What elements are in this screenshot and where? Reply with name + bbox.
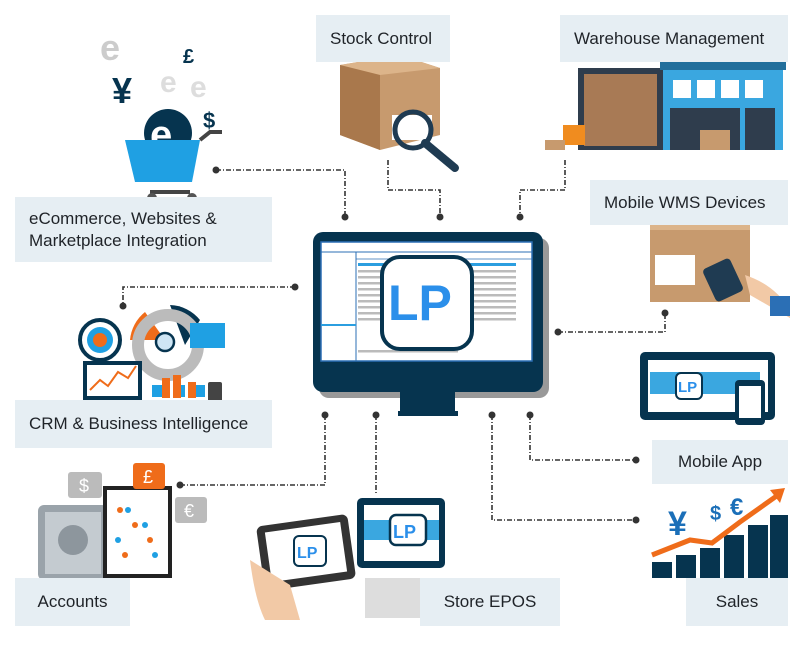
label-stock-control: Stock Control bbox=[316, 15, 450, 62]
connector-mobile-app bbox=[529, 415, 636, 461]
label-sales: Sales bbox=[686, 578, 788, 626]
mobile-app-logo: LP bbox=[678, 379, 697, 396]
sales-euro-symbol: € bbox=[730, 494, 743, 521]
center-logo: LP bbox=[388, 275, 452, 331]
sales-yen-symbol: ¥ bbox=[668, 505, 687, 543]
warehouse-illustration bbox=[545, 62, 786, 150]
label-crm: CRM & Business Intelligence bbox=[15, 400, 272, 448]
label-store-epos: Store EPOS bbox=[420, 578, 560, 626]
svg-text:e: e bbox=[190, 71, 207, 104]
svg-text:e: e bbox=[160, 66, 177, 99]
label-mobile-wms: Mobile WMS Devices bbox=[590, 180, 788, 225]
accounts-pound-symbol: £ bbox=[143, 467, 153, 487]
label-accounts: Accounts bbox=[15, 578, 130, 626]
connector-mobile-wms bbox=[558, 313, 666, 333]
label-mobile-app: Mobile App bbox=[652, 440, 788, 484]
epos-illustration bbox=[250, 498, 445, 620]
accounts-dollar-symbol: $ bbox=[79, 476, 89, 496]
connector-sales bbox=[491, 415, 636, 521]
ecommerce-cart-illustration: e ¥ e £ e $ e bbox=[100, 27, 222, 203]
svg-text:$: $ bbox=[203, 108, 215, 133]
connector-warehouse bbox=[519, 160, 566, 217]
epos-logo: LP bbox=[393, 522, 416, 542]
sales-dollar-symbol: $ bbox=[710, 503, 721, 525]
mobile-wms-illustration bbox=[650, 218, 790, 318]
connectors: e ¥ e £ e $ e ¥ $ € $ £ € LP LP LP LP bbox=[38, 27, 790, 620]
label-ecommerce: eCommerce, Websites & Marketplace Integr… bbox=[15, 197, 272, 262]
svg-text:e: e bbox=[100, 27, 120, 68]
label-warehouse-management: Warehouse Management bbox=[560, 15, 788, 62]
integration-diagram: e ¥ e £ e $ e ¥ $ € $ £ € LP LP LP LP St… bbox=[0, 0, 800, 645]
accounts-euro-symbol: € bbox=[184, 501, 194, 521]
svg-text:¥: ¥ bbox=[112, 70, 132, 111]
accounts-illustration bbox=[38, 463, 207, 580]
stock-box-illustration bbox=[340, 55, 459, 172]
connector-crm bbox=[122, 286, 295, 306]
crm-illustration bbox=[78, 305, 225, 402]
tablet-logo: LP bbox=[297, 545, 318, 562]
mobile-app-illustration bbox=[640, 352, 775, 425]
svg-text:£: £ bbox=[183, 46, 194, 68]
connector-stock bbox=[387, 160, 441, 217]
